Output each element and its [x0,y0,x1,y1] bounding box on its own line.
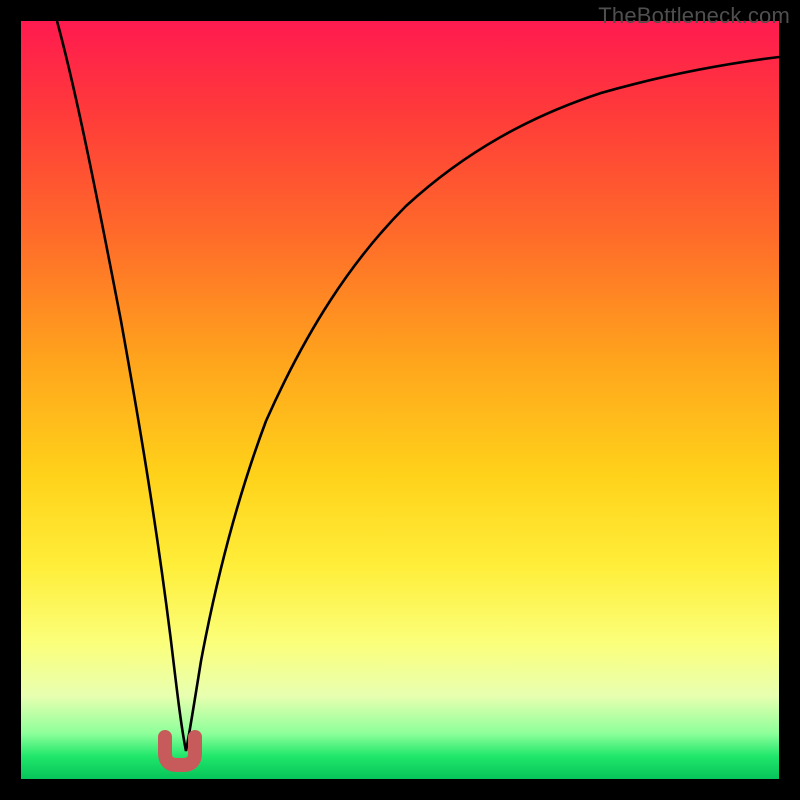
chart-plot-area [21,21,779,779]
bottleneck-curve-path [57,21,779,751]
bottleneck-curve-svg [21,21,779,779]
watermark-text: TheBottleneck.com [598,3,790,29]
chart-frame: TheBottleneck.com [0,0,800,800]
optimal-point-marker [165,737,195,765]
